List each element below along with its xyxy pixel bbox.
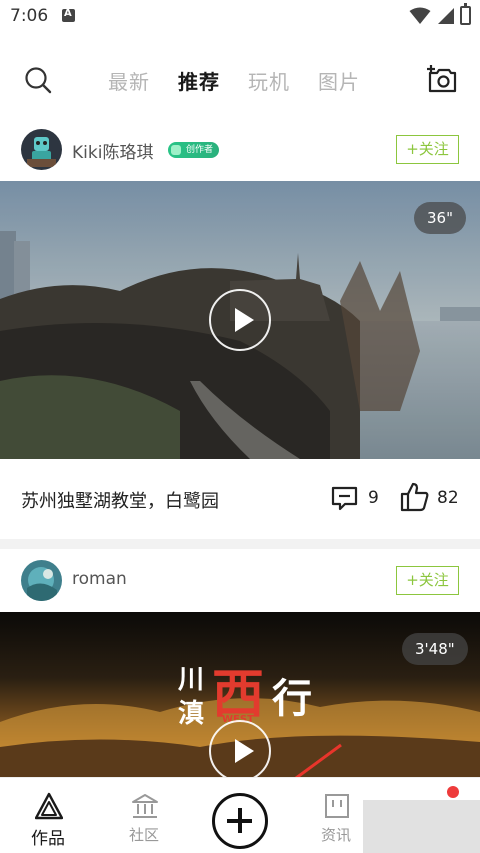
poster-char-3: 行 <box>272 675 312 722</box>
signal-icon <box>438 8 454 24</box>
play-button[interactable] <box>209 720 271 777</box>
top-header: 最新 推荐 玩机 图片 <box>0 56 480 106</box>
poster-char-1: 川 <box>178 665 204 695</box>
search-icon[interactable] <box>24 66 52 94</box>
avatar[interactable] <box>21 129 62 170</box>
notification-a-icon <box>62 8 75 22</box>
add-post-button[interactable] <box>212 793 268 849</box>
wifi-icon <box>409 7 431 24</box>
video-thumbnail[interactable]: 川 滇 西 行 WEST 3'48" <box>0 612 480 777</box>
play-button[interactable] <box>209 289 271 351</box>
follow-button[interactable]: +关注 <box>396 566 459 595</box>
notification-dot <box>447 786 459 798</box>
community-icon <box>132 794 158 818</box>
like-count: 82 <box>437 488 459 508</box>
tab-pictures[interactable]: 图片 <box>318 66 360 95</box>
video-duration: 36" <box>414 202 466 234</box>
status-bar: 7:06 <box>0 0 480 34</box>
post-header: Kiki陈珞琪 创作者 +关注 <box>0 122 480 178</box>
post-divider <box>0 539 480 549</box>
nav-label: 作品 <box>31 829 65 849</box>
poster-char-2: 滇 <box>178 699 204 729</box>
tab-recommended[interactable]: 推荐 <box>178 66 220 95</box>
video-thumbnail[interactable]: 36" <box>0 181 480 459</box>
nav-community[interactable]: 社区 <box>104 778 184 853</box>
tab-play[interactable]: 玩机 <box>248 66 290 95</box>
thumbs-up-icon[interactable] <box>400 482 430 512</box>
follow-button[interactable]: +关注 <box>396 135 459 164</box>
post-footer: 苏州独墅湖教堂，白鹭园 9 82 <box>0 459 480 539</box>
app-screen: 7:06 最新 推荐 玩机 图片 <box>0 0 480 853</box>
nav-label: 社区 <box>128 826 159 844</box>
watermark-overlay <box>363 800 480 853</box>
feed-tabs: 最新 推荐 玩机 图片 <box>108 66 360 95</box>
avatar[interactable] <box>21 560 62 601</box>
battery-icon <box>460 3 471 25</box>
status-time: 7:06 <box>10 6 49 26</box>
video-duration: 3'48" <box>402 633 468 665</box>
post-title[interactable]: 苏州独墅湖教堂，白鹭园 <box>21 487 219 513</box>
news-icon <box>325 794 349 818</box>
nav-works[interactable]: 作品 <box>8 778 88 853</box>
username[interactable]: Kiki陈珞琪 <box>72 138 153 163</box>
comment-count: 9 <box>368 488 379 508</box>
comment-icon[interactable] <box>331 485 358 512</box>
tab-latest[interactable]: 最新 <box>108 66 150 95</box>
works-icon <box>35 792 63 820</box>
camera-plus-icon[interactable] <box>426 64 458 94</box>
username[interactable]: roman <box>72 569 127 589</box>
creator-badge: 创作者 <box>168 142 220 158</box>
post-header: roman +关注 <box>0 553 480 609</box>
